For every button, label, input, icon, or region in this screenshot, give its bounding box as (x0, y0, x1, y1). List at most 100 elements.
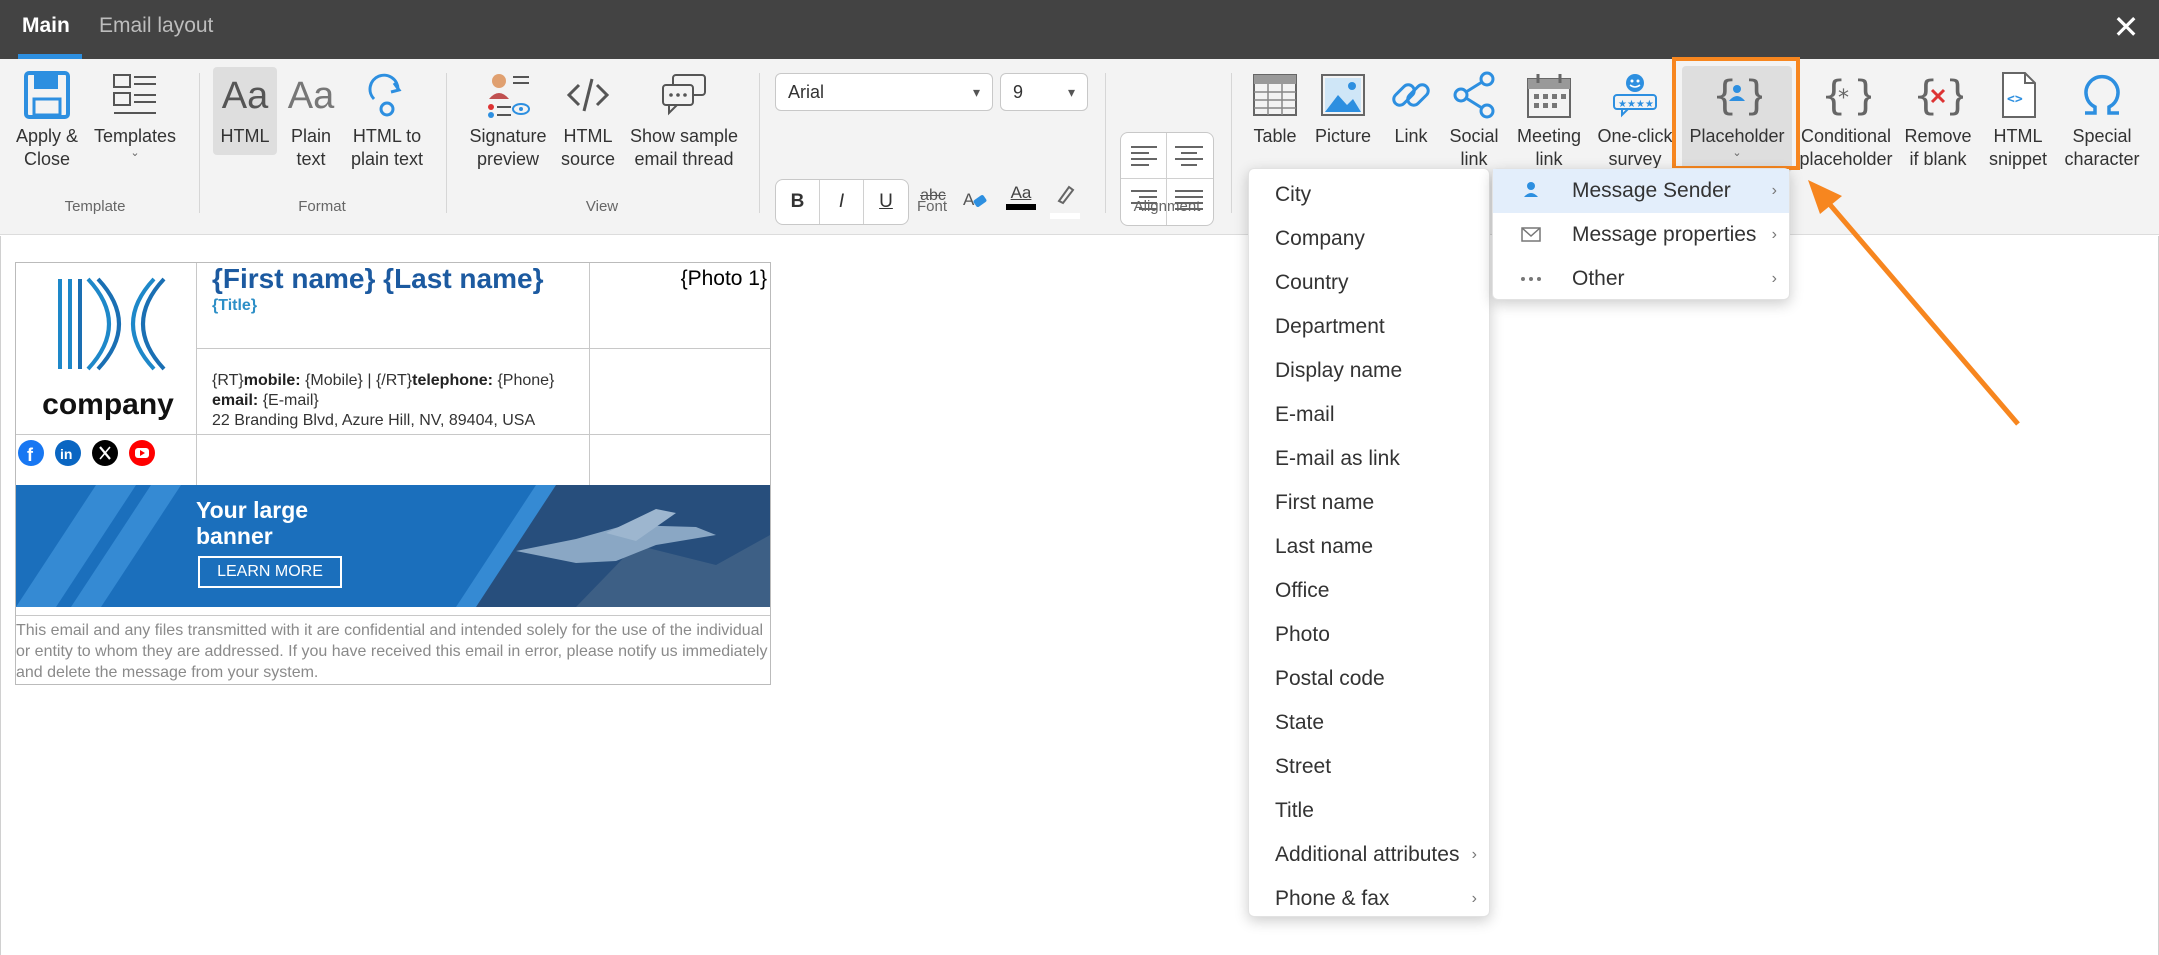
x-icon[interactable] (92, 440, 118, 466)
group-label-font: Font (916, 198, 947, 215)
menu-item-other[interactable]: Other › (1493, 257, 1789, 301)
disclaimer-text[interactable]: This email and any files transmitted wit… (16, 620, 770, 683)
apply-close-button[interactable]: Apply & Close (8, 71, 86, 171)
photo-placeholder[interactable]: {Photo 1} (681, 267, 767, 291)
chevron-down-icon: ▾ (972, 84, 980, 100)
learn-more-button[interactable]: LEARN MORE (198, 556, 342, 588)
special-character-button[interactable]: Special character (2060, 71, 2144, 171)
separator (1231, 73, 1232, 213)
email-placeholder: {E-mail} (258, 392, 319, 409)
picture-label: Picture (1314, 126, 1372, 146)
show-sample-thread-button[interactable]: Show sample email thread (626, 71, 742, 171)
conditional-placeholder-button[interactable]: {}* Conditional placeholder (1798, 71, 1894, 171)
menu-item-title[interactable]: Title (1249, 789, 1489, 833)
menu-item-phone-fax[interactable]: Phone & fax › (1249, 877, 1489, 921)
templates-label: Templates (93, 126, 177, 146)
svg-text:in: in (60, 446, 72, 462)
html-label: HTML (220, 126, 270, 146)
chevron-right-icon: › (1771, 182, 1777, 199)
menu-item-city[interactable]: City (1249, 173, 1489, 217)
save-icon (8, 71, 86, 121)
signature-preview-button[interactable]: Signature preview (462, 71, 554, 171)
menu-item-email-as-link[interactable]: E-mail as link (1249, 437, 1489, 481)
separator (446, 73, 447, 213)
conditional-placeholder-icon: {}* (1798, 71, 1894, 121)
menu-item-company[interactable]: Company (1249, 217, 1489, 261)
title-placeholder[interactable]: {Title} (212, 297, 257, 315)
phone-line: {RT}mobile: {Mobile} | {/RT}telephone: {… (212, 371, 554, 391)
placeholder-fields-menu: City Company Country Department Display … (1248, 168, 1490, 917)
signature-table[interactable]: company {First name} {Last name} {Title}… (15, 262, 771, 685)
font-family-select[interactable]: Arial ▾ (775, 73, 993, 111)
name-placeholder[interactable]: {First name} {Last name} (212, 263, 543, 295)
menu-item-label: State (1275, 711, 1325, 734)
group-label-template: Template (64, 198, 126, 215)
menu-item-photo[interactable]: Photo (1249, 613, 1489, 657)
menu-item-department[interactable]: Department (1249, 305, 1489, 349)
chevron-down-icon: ▾ (1067, 84, 1075, 100)
font-size-select[interactable]: 9 ▾ (1000, 73, 1088, 111)
signature-preview-label: Signature preview (469, 126, 547, 169)
plain-text-button[interactable]: Aa Plain text (284, 71, 338, 171)
tab-email-layout[interactable]: Email layout (87, 0, 225, 59)
meeting-link-label: Meeting link (1516, 126, 1582, 169)
html-to-plain-button[interactable]: HTML to plain text (344, 71, 430, 171)
tab-main[interactable]: Main (10, 0, 82, 59)
menu-item-state[interactable]: State (1249, 701, 1489, 745)
one-click-survey-button[interactable]: ★★★★ One-click survey (1594, 71, 1676, 171)
table-button[interactable]: Table (1246, 71, 1304, 148)
email-thread-icon (626, 71, 742, 121)
omega-icon (2060, 71, 2144, 121)
menu-item-label: Postal code (1275, 667, 1385, 690)
svg-text:★★★★: ★★★★ (1618, 99, 1654, 110)
align-left-button[interactable] (1121, 133, 1167, 179)
picture-icon (1308, 71, 1378, 121)
font-size-value: 9 (1013, 82, 1024, 102)
menu-item-message-sender[interactable]: Message Sender › (1493, 169, 1789, 213)
align-center-button[interactable] (1167, 133, 1213, 179)
menu-item-label: Additional attributes (1275, 843, 1460, 866)
picture-button[interactable]: Picture (1308, 71, 1378, 148)
menu-item-office[interactable]: Office (1249, 569, 1489, 613)
menu-item-street[interactable]: Street (1249, 745, 1489, 789)
menu-item-display-name[interactable]: Display name (1249, 349, 1489, 393)
html-source-button[interactable]: HTML source (558, 71, 618, 171)
menu-item-additional-attributes[interactable]: Additional attributes › (1249, 833, 1489, 877)
chevron-right-icon: › (1771, 226, 1777, 243)
svg-text:{: { (1913, 73, 1938, 119)
link-button[interactable]: Link (1384, 71, 1438, 148)
social-link-button[interactable]: Social link (1444, 71, 1504, 171)
youtube-icon[interactable] (129, 440, 155, 466)
menu-item-last-name[interactable]: Last name (1249, 525, 1489, 569)
menu-item-country[interactable]: Country (1249, 261, 1489, 305)
html-format-button[interactable]: Aa HTML (213, 67, 277, 155)
contact-block[interactable]: {RT}mobile: {Mobile} | {/RT}telephone: {… (212, 371, 554, 431)
meeting-link-button[interactable]: Meeting link (1510, 71, 1588, 171)
templates-button[interactable]: Templates ⌄ (90, 71, 180, 159)
html-snippet-button[interactable]: <> HTML snippet (1982, 71, 2054, 171)
facebook-icon[interactable]: f (18, 440, 44, 466)
templates-icon (90, 71, 180, 121)
menu-item-email[interactable]: E-mail (1249, 393, 1489, 437)
menu-item-label: Other (1572, 267, 1625, 290)
html-snippet-label: HTML snippet (1988, 126, 2048, 169)
menu-item-postal-code[interactable]: Postal code (1249, 657, 1489, 701)
chevron-down-icon: ⌄ (130, 147, 140, 159)
table-label: Table (1253, 126, 1297, 146)
mobile-placeholder: {Mobile} | {/RT} (300, 372, 413, 389)
promo-banner[interactable]: Your large banner LEARN MORE (16, 485, 770, 607)
special-character-label: Special character (2064, 126, 2140, 169)
plain-aa-icon: Aa (287, 75, 335, 117)
apply-close-label: Apply & Close (15, 126, 79, 169)
linkedin-icon[interactable]: in (55, 440, 81, 466)
menu-item-first-name[interactable]: First name (1249, 481, 1489, 525)
html-source-label: HTML source (560, 126, 616, 169)
menu-item-message-properties[interactable]: Message properties › (1493, 213, 1789, 257)
chevron-right-icon: › (1771, 270, 1777, 287)
group-label-view: View (585, 198, 619, 215)
placeholder-highlight-box (1672, 57, 1800, 170)
ribbon-toolbar: Apply & Close Templates ⌄ Template Aa HT… (0, 59, 2159, 235)
rt-tag: {RT} (212, 372, 244, 389)
remove-if-blank-button[interactable]: {} Remove if blank (1900, 71, 1976, 171)
close-icon[interactable]: ✕ (2111, 11, 2141, 43)
